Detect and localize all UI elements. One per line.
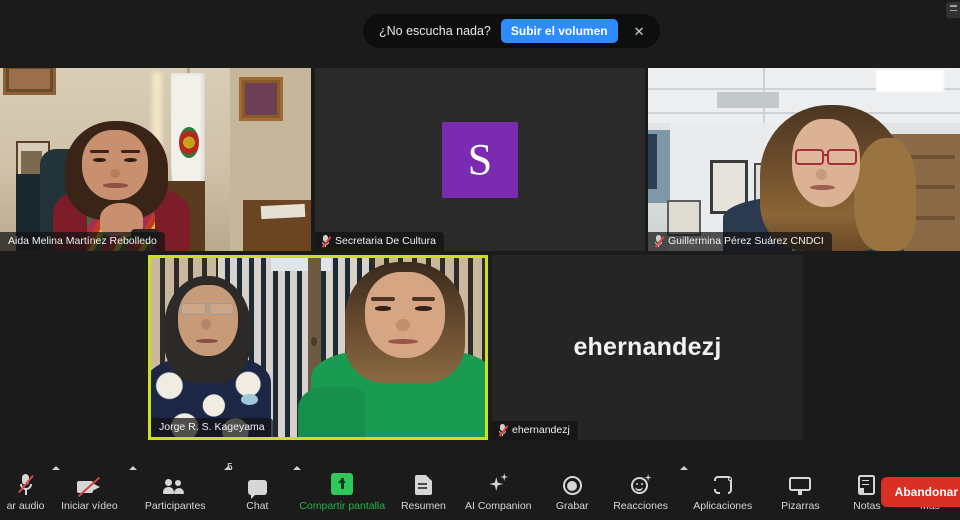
participant-video-feed — [151, 258, 485, 437]
toolbar-label: Aplicaciones — [693, 500, 753, 512]
microphone-muted-icon — [498, 424, 509, 437]
participant-video-feed — [648, 68, 960, 251]
close-icon[interactable]: ✕ — [628, 25, 649, 38]
leave-meeting-button[interactable]: Abandonar — [880, 477, 960, 507]
nameplate: ehernandezj — [492, 421, 578, 440]
nameplate: Secretaria De Cultura — [315, 232, 444, 251]
video-grid: Aida Melina Martínez Rebolledo S Secreta… — [0, 68, 960, 454]
toolbar-label: ar audio — [6, 500, 45, 512]
participant-name: Secretaria De Cultura — [335, 235, 436, 247]
toolbar-item-chat[interactable]: Chat — [223, 462, 302, 512]
toolbar-label: Iniciar vídeo — [61, 500, 118, 512]
nameplate: Guillermina Pérez Suárez CNDCI — [648, 232, 832, 251]
toolbar-item-summary[interactable]: Resumen — [392, 462, 454, 512]
toolbar-item-participants[interactable]: 5 Participantes — [128, 462, 233, 512]
video-tile-guillermina[interactable]: Guillermina Pérez Suárez CNDCI — [648, 68, 960, 251]
avatar-initial: S — [467, 135, 493, 184]
nameplate: Aida Melina Martínez Rebolledo — [0, 232, 165, 251]
whiteboard-icon — [789, 471, 812, 495]
zoom-meeting-window: ¿No escucha nada? Subir el volumen ✕ Aid… — [0, 0, 960, 520]
share-screen-icon — [331, 471, 354, 495]
sparkle-icon — [487, 471, 509, 495]
toolbar-label: AI Companion — [464, 500, 532, 512]
record-icon — [562, 471, 582, 495]
camera-muted-icon — [77, 471, 101, 498]
toolbar-label: Grabar — [555, 500, 589, 512]
summary-doc-icon — [414, 471, 432, 495]
menu-line-icon — [949, 9, 957, 11]
reactions-emoji-icon — [630, 471, 652, 495]
toolbar-label: Reacciones — [613, 500, 669, 512]
participant-name: Aida Melina Martínez Rebolledo — [8, 235, 157, 247]
meeting-toolbar: ar audio Iniciar vídeo 5 Participantes C… — [0, 454, 960, 520]
toolbar-item-whiteboards[interactable]: Pizarras — [767, 462, 835, 512]
apps-icon — [711, 471, 733, 496]
raise-volume-button[interactable]: Subir el volumen — [500, 19, 618, 43]
microphone-muted-icon — [654, 235, 665, 248]
view-options-control[interactable] — [946, 2, 960, 18]
toolbar-item-share-screen[interactable]: Compartir pantalla — [292, 462, 392, 512]
toast-message: ¿No escucha nada? — [379, 24, 491, 38]
toolbar-item-apps[interactable]: Aplicaciones — [679, 462, 767, 512]
toolbar-label: Notas — [853, 500, 881, 512]
toolbar-label: Compartir pantalla — [299, 500, 386, 512]
menu-line-icon — [949, 5, 957, 7]
toolbar-item-record[interactable]: Grabar — [542, 462, 602, 512]
video-tile-secretaria-de-cultura[interactable]: S Secretaria De Cultura — [315, 68, 645, 251]
toolbar-label: Participantes — [144, 500, 206, 512]
participant-name: ehernandezj — [512, 424, 570, 436]
chat-icon — [247, 471, 267, 499]
toolbar-label: Resumen — [400, 500, 446, 512]
toolbar-label: Chat — [246, 500, 269, 512]
microphone-muted-icon — [18, 471, 34, 495]
participants-icon — [163, 471, 187, 495]
toolbar-item-ai-companion[interactable]: AI Companion — [454, 462, 542, 512]
camera-off-name-placeholder: ehernandezj — [573, 333, 722, 361]
notes-icon — [858, 471, 876, 495]
participant-name: Jorge R. S. Kageyama — [159, 421, 265, 433]
audio-notification-toast: ¿No escucha nada? Subir el volumen ✕ — [363, 14, 661, 48]
toolbar-item-reactions[interactable]: Reacciones — [602, 462, 688, 512]
microphone-muted-icon — [321, 235, 332, 248]
toolbar-item-mute-audio[interactable]: ar audio — [0, 462, 61, 512]
participant-name: Guillermina Pérez Suárez CNDCI — [668, 235, 824, 247]
video-tile-aida[interactable]: Aida Melina Martínez Rebolledo — [0, 68, 311, 251]
video-tile-ehernandezj[interactable]: ehernandezj ehernandezj — [492, 255, 803, 440]
nameplate: Jorge R. S. Kageyama — [151, 418, 273, 437]
participant-video-feed — [0, 68, 311, 251]
video-tile-jorge-kageyama[interactable]: Jorge R. S. Kageyama — [148, 255, 488, 440]
toolbar-label: Pizarras — [781, 500, 820, 512]
toolbar-item-start-video[interactable]: Iniciar vídeo — [51, 462, 137, 512]
avatar: S — [442, 121, 518, 198]
